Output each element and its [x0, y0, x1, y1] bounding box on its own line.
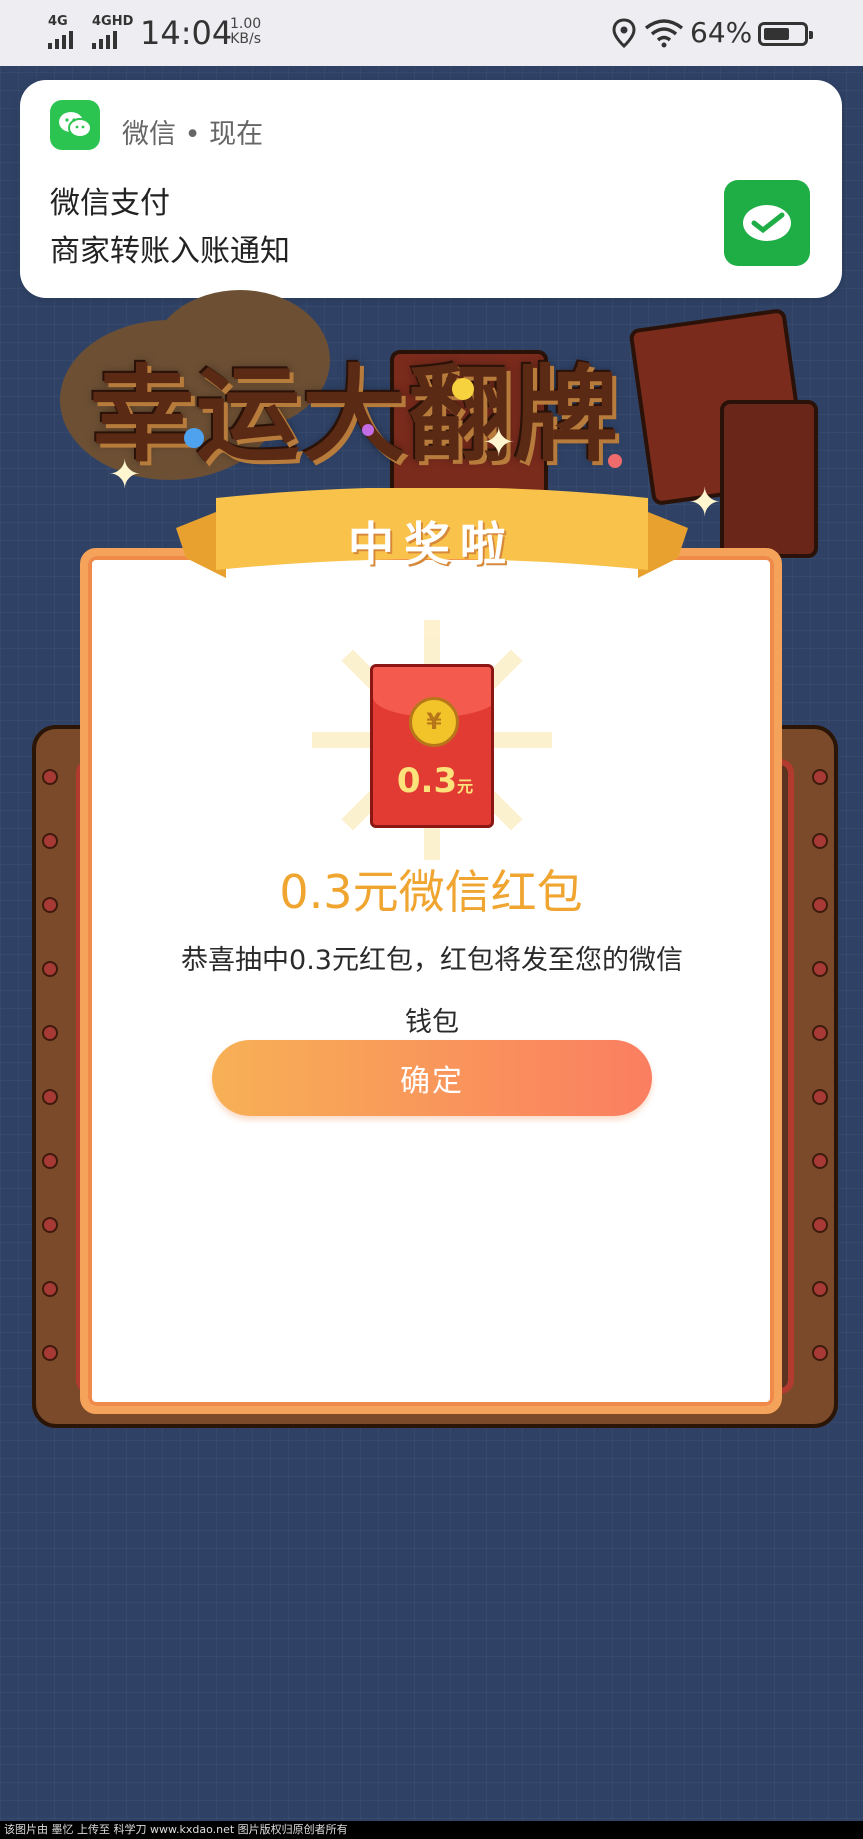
clock: 14:04: [140, 14, 233, 52]
signal-bars-icon: [92, 31, 133, 49]
network-speed: 1.00 KB/s: [230, 17, 261, 47]
notification-time: 现在: [209, 119, 264, 150]
sparkle-icon: ✦: [108, 452, 142, 498]
wechat-app-icon: [50, 100, 100, 150]
sparkle-icon: ✦: [482, 420, 516, 466]
network-speed-value: 1.00: [230, 16, 262, 32]
battery-percent: 64%: [690, 16, 753, 49]
confetti-dot: [608, 454, 622, 468]
status-bar: 4G 4GHD 14:04 1.00 KB/s 64%: [0, 0, 863, 66]
network-type-1: 4G: [48, 14, 68, 29]
notification-app-name: 微信: [122, 119, 176, 150]
signal-1: 4G: [48, 14, 73, 49]
wechat-notification[interactable]: 微信 • 现在 微信支付 商家转账入账通知: [20, 80, 842, 298]
confirm-button[interactable]: 确定: [212, 1040, 652, 1116]
coin-icon: ¥: [409, 697, 459, 747]
confetti-dot: [362, 424, 374, 436]
notification-app: 微信 • 现在: [122, 112, 263, 151]
notification-body: 商家转账入账通知: [50, 234, 290, 269]
separator-dot: •: [184, 119, 210, 150]
confetti-dot: [184, 428, 204, 448]
prize-title: 0.3元微信红包: [279, 865, 583, 919]
ribbon-title: 中奖啦: [348, 517, 516, 571]
battery-icon: [758, 22, 813, 46]
game-banner-title: 幸运大翻牌: [90, 354, 621, 476]
watermark-footer: 该图片由 墨忆 上传至 科学刀 www.kxdao.net 图片版权归原创者所有: [0, 1821, 863, 1839]
packet-amount: 0.3元: [396, 761, 474, 801]
signal-bars-icon: [48, 31, 73, 49]
network-type-2: 4GHD: [92, 14, 134, 29]
network-speed-unit: KB/s: [230, 31, 261, 47]
notification-title: 微信支付: [50, 186, 170, 221]
prize-description: 恭喜抽中0.3元红包，红包将发至您的微信钱包: [181, 945, 683, 1038]
signal-2: 4GHD: [92, 14, 133, 49]
red-packet-icon: ¥ 0.3元: [370, 664, 494, 828]
sparkle-icon: ✦: [688, 480, 722, 526]
wifi-icon: [644, 19, 684, 48]
confetti-dot: [452, 378, 474, 400]
battery-fill: [764, 28, 789, 40]
location-icon: [612, 18, 636, 48]
decor-card: [720, 400, 818, 558]
wechat-pay-icon: [724, 180, 810, 266]
